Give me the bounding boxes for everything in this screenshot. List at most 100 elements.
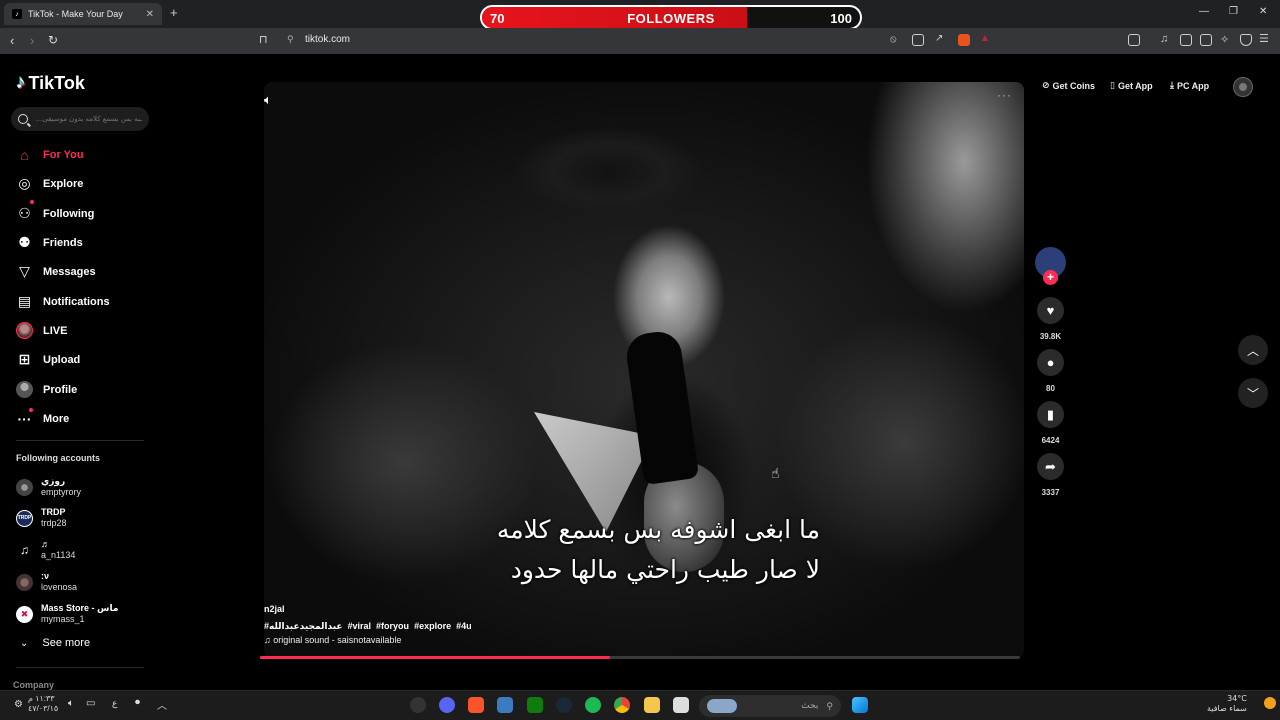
profile-avatar [16,381,33,398]
tab-search-icon[interactable] [1128,34,1140,46]
account-item[interactable]: :ν lovenosa [16,571,77,593]
share-button[interactable]: ➦ [1037,453,1064,480]
address-bar: ‹ › ↻ ⊓ tiktok.com ⚲ ⦸ ↗ ▲ ♫ ✧ ☰ [0,28,1280,54]
taskbar-search[interactable]: بحث ⚲ [699,695,841,717]
reload-icon[interactable]: ↻ [48,33,58,47]
nav-following[interactable]: ⚇ Following [16,205,94,222]
get-coins-button[interactable]: ⊘ Get Coins [1042,80,1095,91]
volume-icon[interactable]: 🔈︎ [264,92,272,108]
minimize-icon[interactable]: — [1199,6,1209,17]
tab-title: TikTok - Make Your Day [28,9,123,19]
hashtag[interactable]: #foryou [376,621,409,632]
taskbar-clock[interactable]: ١١:٣٣ م ٤٧/٠٣/١٥ [28,694,58,714]
app-icon[interactable] [497,697,513,713]
volume-icon[interactable]: 🔈︎ [68,698,74,709]
video-progress-bar[interactable] [260,656,1020,659]
brave-app-icon[interactable] [468,697,484,713]
wallet-icon[interactable] [1200,34,1212,46]
chrome-app-icon[interactable] [614,697,630,713]
hashtag[interactable]: #عبدالمجيدعبدالله [264,621,343,632]
xbox-app-icon[interactable] [527,697,543,713]
hashtag[interactable]: #explore [414,621,451,632]
nav-upload[interactable]: ⊞ Upload [16,351,81,368]
store-app-icon[interactable] [673,697,689,713]
nav-profile[interactable]: Profile [16,381,77,398]
steam-app-icon[interactable] [556,697,572,713]
previous-video-button[interactable]: ︿ [1238,335,1268,365]
search-input[interactable] [35,115,142,123]
nav-friends[interactable]: ⚉ Friends [16,234,83,251]
extension-icon[interactable]: ⦸ [890,34,902,46]
video-sound[interactable]: ♫ original sound - saisnotavailable [264,635,401,645]
settings-icon[interactable]: ⚙ [14,699,23,710]
company-heading[interactable]: Company [13,680,54,690]
video-player[interactable]: 🔈︎ ··· ما ابغى اشوفه بس بسمع كلامه لا صا… [264,82,1024,658]
tiktok-logo[interactable]: ♪ TikTok [16,72,85,94]
account-item[interactable]: TRDP TRDP trdp28 [16,507,67,529]
nav-label: For You [43,148,84,161]
more-options-icon[interactable]: ··· [997,88,1012,102]
like-button[interactable]: ♥ [1037,297,1064,324]
bookmark-icon[interactable]: ⊓ [259,33,268,46]
chevron-down-icon: ﹀ [1246,386,1259,401]
windows-start-icon[interactable] [852,697,868,713]
language-icon[interactable]: ع [112,698,117,709]
media-icon[interactable]: ♫ [1160,33,1172,45]
nav-notifications[interactable]: ▤ Notifications [16,293,110,310]
nav-explore[interactable]: ◎ Explore [16,175,83,192]
see-more-button[interactable]: ⌄ See more [20,637,90,649]
nav-for-you[interactable]: ⌂ For You [16,146,84,163]
nav-live[interactable]: LIVE [16,322,67,339]
tab-close-icon[interactable]: ✕ [146,9,154,20]
video-author[interactable]: n2jal [264,604,285,614]
account-item[interactable]: روزي emptyrory [16,476,81,498]
messages-icon: ▽ [19,263,30,279]
bookmark-icon: ▮ [1046,406,1055,422]
spotify-app-icon[interactable] [585,697,601,713]
pc-app-button[interactable]: ⤓ PC App [1170,80,1209,91]
following-icon: ⚇ [18,205,31,221]
browser-tab[interactable]: ♪ TikTok - Make Your Day ✕ [4,3,162,25]
follow-plus-icon[interactable]: + [1043,270,1058,285]
site-info-icon[interactable]: ⚲ [287,34,294,45]
obs-app-icon[interactable] [410,697,426,713]
get-app-label: Get App [1117,80,1153,91]
url-text[interactable]: tiktok.com [305,34,350,45]
search-icon[interactable] [18,114,28,124]
vpn-shield-icon[interactable] [1240,34,1252,46]
more-icon: ··· [17,410,32,427]
nav-messages[interactable]: ▽ Messages [16,263,95,280]
hashtag[interactable]: #4u [456,621,472,632]
leo-icon[interactable]: ✧ [1220,33,1232,46]
microphone-icon[interactable]: ⏺ [135,697,140,708]
brave-shields-icon[interactable] [958,34,970,46]
forward-icon[interactable]: › [30,33,34,48]
network-icon[interactable]: ▭ [86,698,95,709]
account-item[interactable]: ✖ Mass Store - ماس mymass_1 [16,603,118,625]
account-item[interactable]: ♫ ♬ a_n1134 [16,539,75,561]
cast-icon[interactable] [912,34,924,46]
brand-name: TikTok [28,72,85,93]
discord-app-icon[interactable] [439,697,455,713]
hashtag[interactable]: #viral [348,621,372,632]
chevron-up-icon[interactable]: ︿ [157,697,167,712]
user-avatar[interactable] [1233,77,1253,97]
comment-button[interactable]: ● [1037,349,1064,376]
brave-rewards-icon[interactable]: ▲ [980,33,992,45]
back-icon[interactable]: ‹ [10,33,14,48]
sidebar-toggle-icon[interactable] [1180,34,1192,46]
maximize-icon[interactable]: ❐ [1229,6,1238,17]
get-app-button[interactable]: ▯ Get App [1110,80,1153,91]
window-close-icon[interactable]: ✕ [1259,6,1267,17]
share-icon[interactable]: ↗ [935,33,947,45]
save-button[interactable]: ▮ [1037,401,1064,428]
nav-more[interactable]: ··· More [16,410,70,427]
search-box[interactable] [11,107,149,131]
weather-widget[interactable]: 34°C سماء صافية [1207,694,1247,714]
file-explorer-app-icon[interactable] [644,697,660,713]
new-tab-icon[interactable]: + [170,5,178,20]
account-display-name: :ν [41,571,50,581]
sidebar-divider [16,440,144,441]
menu-icon[interactable]: ☰ [1259,32,1271,45]
next-video-button[interactable]: ﹀ [1238,378,1268,408]
